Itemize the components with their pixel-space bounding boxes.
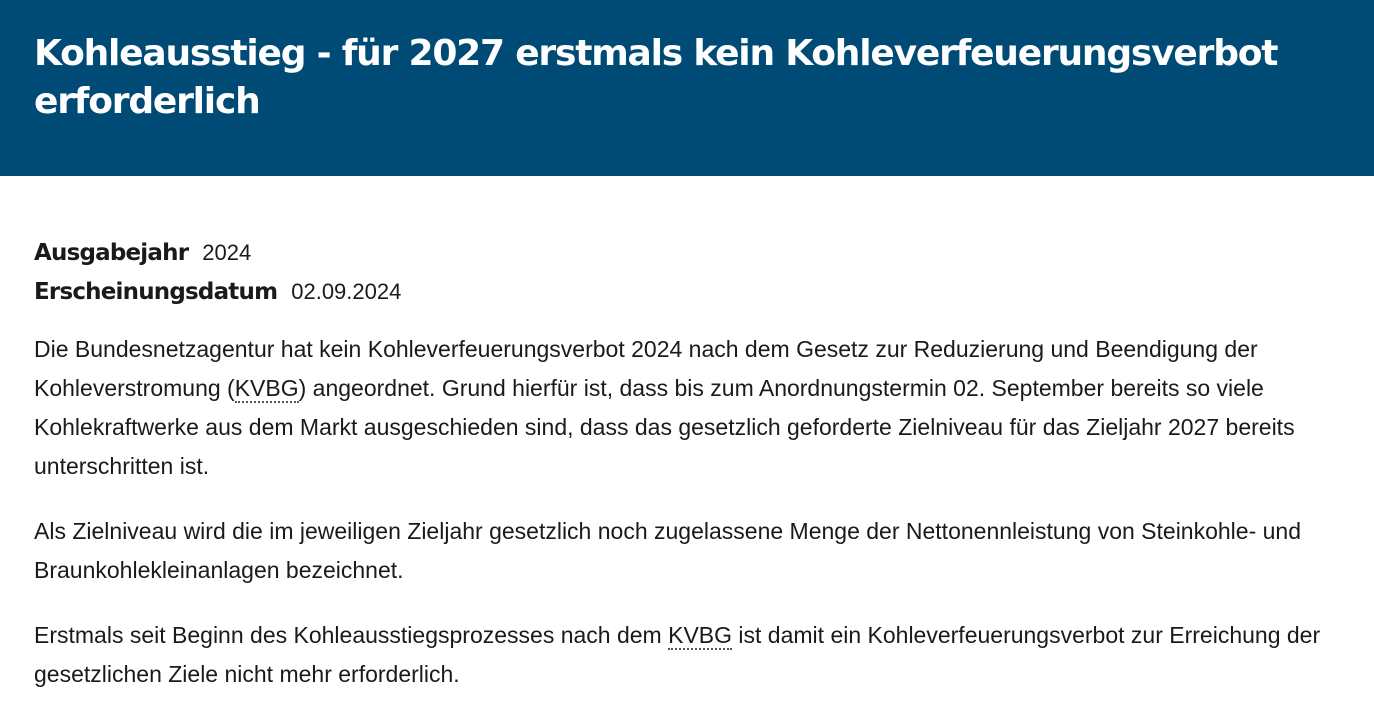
paragraph-zielniveau: Als Zielniveau wird die im jeweiligen Zi… bbox=[34, 518, 1301, 583]
article-content: Ausgabejahr 2024 Erscheinungsdatum 02.09… bbox=[0, 176, 1374, 694]
paragraph-intro: Die Bundesnetzagentur hat kein Kohleverf… bbox=[34, 330, 1354, 486]
meta-year-row: Ausgabejahr 2024 bbox=[34, 240, 1340, 279]
kvbg-abbreviation[interactable]: KVBG bbox=[668, 622, 733, 650]
date-label: Erscheinungsdatum bbox=[34, 279, 278, 305]
paragraph-conclusion-text-1: Erstmals seit Beginn des Kohleausstiegsp… bbox=[34, 622, 669, 648]
page-header: Kohleausstieg - für 2027 erstmals kein K… bbox=[0, 0, 1374, 176]
page-title: Kohleausstieg - für 2027 erstmals kein K… bbox=[34, 33, 1279, 122]
meta-date-row: Erscheinungsdatum 02.09.2024 bbox=[34, 279, 1340, 318]
kvbg-abbreviation[interactable]: KVBG bbox=[234, 375, 299, 403]
paragraph-conclusion: Erstmals seit Beginn des Kohleausstiegsp… bbox=[34, 616, 1354, 694]
year-label: Ausgabejahr bbox=[34, 240, 189, 266]
publication-meta: Ausgabejahr 2024 Erscheinungsdatum 02.09… bbox=[34, 240, 1340, 318]
year-value: 2024 bbox=[202, 240, 252, 265]
date-value: 02.09.2024 bbox=[291, 279, 402, 304]
